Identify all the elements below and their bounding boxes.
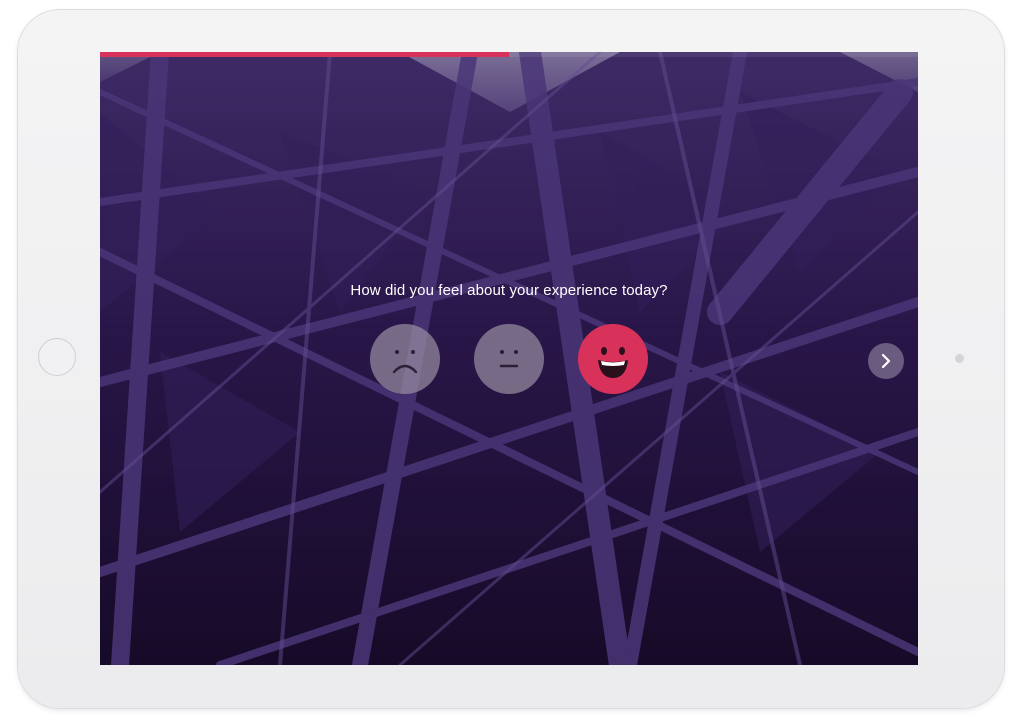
sad-face-button[interactable]: [370, 324, 440, 394]
neutral-face-button[interactable]: [474, 324, 544, 394]
happy-face-button[interactable]: [578, 324, 648, 394]
next-button[interactable]: [868, 343, 904, 379]
chevron-right-icon: [881, 353, 891, 369]
progress-bar-fill: [100, 52, 509, 57]
progress-track: [100, 52, 918, 57]
neutral-face-icon: [499, 350, 519, 368]
happy-face-icon: [598, 347, 628, 378]
survey-screen: How did you feel about your experience t…: [100, 52, 918, 665]
rating-options: [370, 324, 650, 396]
home-button[interactable]: [38, 338, 76, 376]
sad-face-icon: [392, 350, 418, 374]
camera-dot: [955, 354, 964, 363]
survey-question: How did you feel about your experience t…: [350, 282, 668, 299]
